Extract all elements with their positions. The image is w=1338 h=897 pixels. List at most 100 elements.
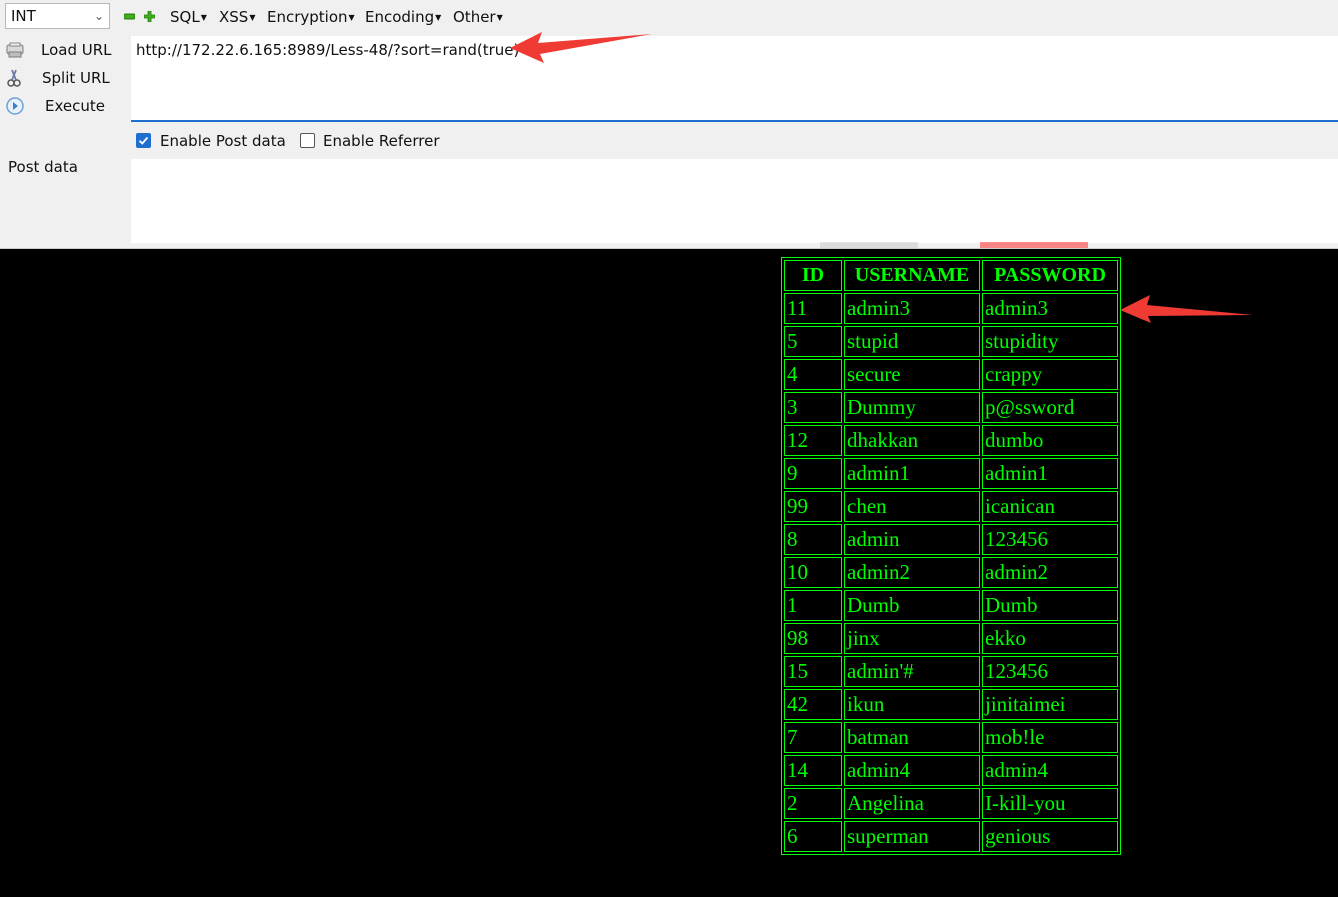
column-header-password: PASSWORD xyxy=(982,260,1118,291)
menu-label: XSS xyxy=(219,8,249,26)
hackbar-toolbar: INT ⌄ SQL▼ XSS▼ Encryption▼ Encoding▼ Ot… xyxy=(0,0,1338,34)
type-select-value: INT xyxy=(11,7,36,25)
clipped-heading-remnant xyxy=(820,242,1088,248)
cell-username: Dumb xyxy=(844,590,980,621)
table-row: 98 jinx ekko xyxy=(784,623,1118,654)
hackbar-panel: INT ⌄ SQL▼ XSS▼ Encryption▼ Encoding▼ Ot… xyxy=(0,0,1338,249)
menu-label: Encryption xyxy=(267,8,348,26)
table-row: 1 Dumb Dumb xyxy=(784,590,1118,621)
cell-username: batman xyxy=(844,722,980,753)
cell-id: 11 xyxy=(784,293,842,324)
cell-password: admin3 xyxy=(982,293,1118,324)
cell-id: 98 xyxy=(784,623,842,654)
split-url-button[interactable]: Split URL xyxy=(0,65,128,91)
cell-password: 123456 xyxy=(982,524,1118,555)
caret-icon: ▼ xyxy=(496,13,503,22)
cell-username: admin3 xyxy=(844,293,980,324)
cell-id: 8 xyxy=(784,524,842,555)
menu-label: Other xyxy=(453,8,496,26)
minus-icon[interactable] xyxy=(124,12,135,21)
plus-icon[interactable] xyxy=(144,11,155,22)
table-row: 7 batman mob!le xyxy=(784,722,1118,753)
table-row: 2 Angelina I-kill-you xyxy=(784,788,1118,819)
cell-password: crappy xyxy=(982,359,1118,390)
cell-username: secure xyxy=(844,359,980,390)
menu-sql[interactable]: SQL▼ xyxy=(170,8,207,26)
url-textarea[interactable]: http://172.22.6.165:8989/Less-48/?sort=r… xyxy=(131,36,1338,122)
cell-id: 12 xyxy=(784,425,842,456)
table-row: 11 admin3 admin3 xyxy=(784,293,1118,324)
cell-password: admin1 xyxy=(982,458,1118,489)
chevron-down-icon: ⌄ xyxy=(93,9,104,23)
cell-password: dumbo xyxy=(982,425,1118,456)
menu-encoding[interactable]: Encoding▼ xyxy=(365,8,441,26)
cell-id: 42 xyxy=(784,689,842,720)
caret-icon: ▼ xyxy=(249,13,256,22)
cell-username: ikun xyxy=(844,689,980,720)
enable-referrer-checkbox[interactable] xyxy=(300,133,315,148)
table-row: 9 admin1 admin1 xyxy=(784,458,1118,489)
cell-username: admin'# xyxy=(844,656,980,687)
execute-button[interactable]: Execute xyxy=(0,93,128,119)
cell-id: 99 xyxy=(784,491,842,522)
menu-encryption[interactable]: Encryption▼ xyxy=(267,8,355,26)
table-row: 10 admin2 admin2 xyxy=(784,557,1118,588)
cell-username: Dummy xyxy=(844,392,980,423)
cell-username: stupid xyxy=(844,326,980,357)
cell-id: 10 xyxy=(784,557,842,588)
cell-id: 7 xyxy=(784,722,842,753)
post-data-textarea[interactable] xyxy=(131,159,1338,243)
menu-xss[interactable]: XSS▼ xyxy=(219,8,255,26)
cell-password: 123456 xyxy=(982,656,1118,687)
cell-username: chen xyxy=(844,491,980,522)
cell-password: stupidity xyxy=(982,326,1118,357)
cell-id: 5 xyxy=(784,326,842,357)
caret-icon: ▼ xyxy=(348,13,355,22)
cell-id: 4 xyxy=(784,359,842,390)
table-row: 4 secure crappy xyxy=(784,359,1118,390)
load-url-icon xyxy=(6,42,24,58)
column-header-id: ID xyxy=(784,260,842,291)
table-row: 12 dhakkan dumbo xyxy=(784,425,1118,456)
table-row: 15 admin'# 123456 xyxy=(784,656,1118,687)
enable-post-checkbox[interactable] xyxy=(136,133,151,148)
load-url-button[interactable]: Load URL xyxy=(0,37,128,63)
cell-password: admin2 xyxy=(982,557,1118,588)
results-table: ID USERNAME PASSWORD 11 admin3 admin3 5 stup… xyxy=(781,257,1121,855)
cell-username: admin4 xyxy=(844,755,980,786)
execute-label: Execute xyxy=(45,97,105,115)
annotation-arrow-url xyxy=(510,32,652,63)
annotation-arrow-row xyxy=(1120,295,1253,323)
cell-password: genious xyxy=(982,821,1118,852)
split-url-label: Split URL xyxy=(42,69,110,87)
table-row: 8 admin 123456 xyxy=(784,524,1118,555)
split-url-icon xyxy=(7,69,21,87)
type-select[interactable]: INT ⌄ xyxy=(5,3,110,29)
cell-username: jinx xyxy=(844,623,980,654)
menu-label: Encoding xyxy=(365,8,435,26)
cell-id: 2 xyxy=(784,788,842,819)
caret-icon: ▼ xyxy=(435,13,442,22)
menu-label: SQL xyxy=(170,8,200,26)
table-row: 3 Dummy p@ssword xyxy=(784,392,1118,423)
cell-id: 9 xyxy=(784,458,842,489)
table-row: 5 stupid stupidity xyxy=(784,326,1118,357)
cell-username: dhakkan xyxy=(844,425,980,456)
cell-username: Angelina xyxy=(844,788,980,819)
url-value: http://172.22.6.165:8989/Less-48/?sort=r… xyxy=(136,41,520,59)
load-url-label: Load URL xyxy=(41,41,112,59)
cell-password: jinitaimei xyxy=(982,689,1118,720)
cell-username: superman xyxy=(844,821,980,852)
post-data-label: Post data xyxy=(8,158,78,176)
cell-password: icanican xyxy=(982,491,1118,522)
cell-password: p@ssword xyxy=(982,392,1118,423)
table-body: 11 admin3 admin3 5 stupid stupidity 4 secure cra… xyxy=(784,293,1118,852)
cell-password: admin4 xyxy=(982,755,1118,786)
cell-id: 6 xyxy=(784,821,842,852)
menu-other[interactable]: Other▼ xyxy=(453,8,503,26)
cell-id: 15 xyxy=(784,656,842,687)
table-header-row: ID USERNAME PASSWORD xyxy=(784,260,1118,291)
table-row: 14 admin4 admin4 xyxy=(784,755,1118,786)
table-row: 99 chen icanican xyxy=(784,491,1118,522)
cell-username: admin2 xyxy=(844,557,980,588)
